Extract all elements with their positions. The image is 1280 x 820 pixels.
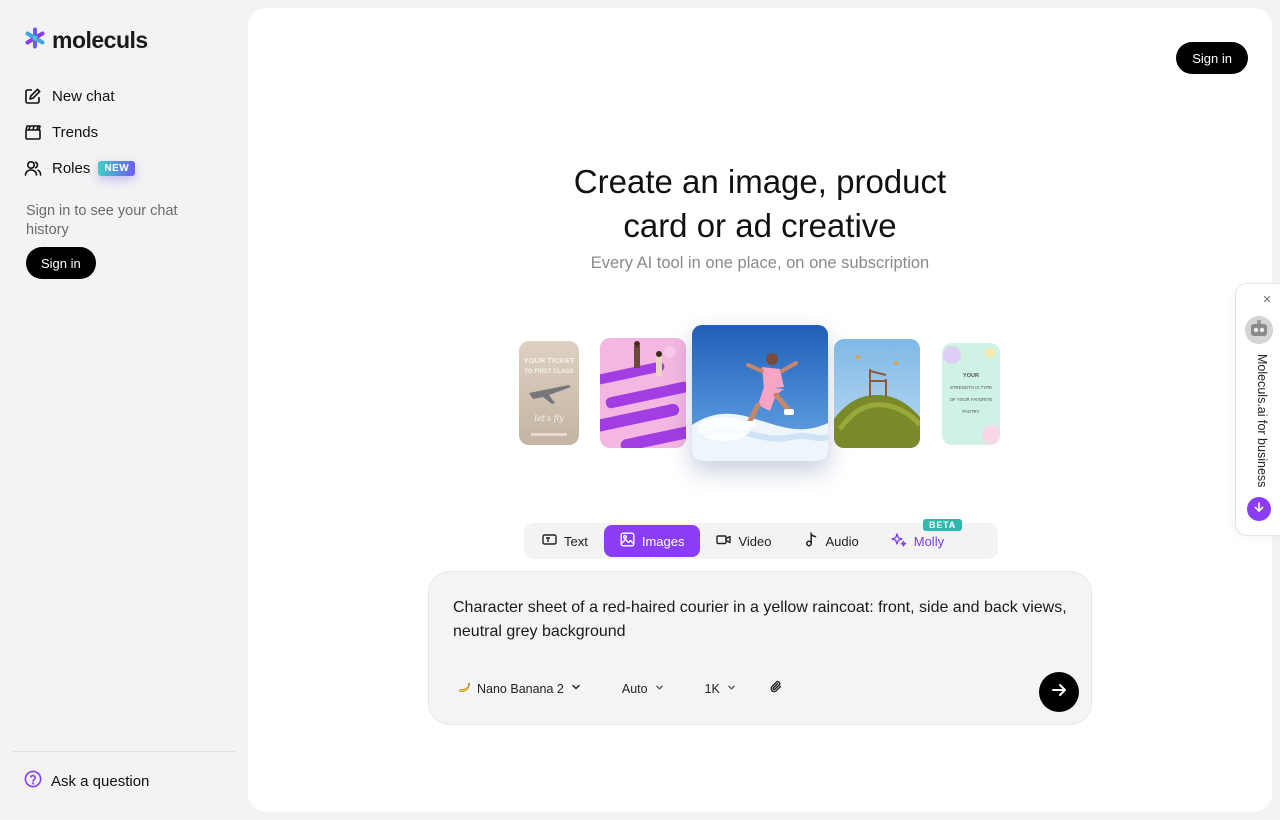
- business-panel[interactable]: Moleculs.ai for business: [1235, 283, 1280, 536]
- sidebar-item-label: Trends: [52, 123, 99, 141]
- clapperboard-icon: [24, 123, 42, 141]
- aspect-value: Auto: [621, 681, 648, 696]
- pastry-text-2: STRENGTH IS TYPE: [950, 385, 992, 390]
- tab-label: Text: [564, 533, 588, 549]
- pastry-text-4: PASTRY: [962, 409, 979, 414]
- brand-name: moleculs: [52, 27, 148, 53]
- sidebar-nav: New chat Trends Roles NEW: [24, 78, 136, 186]
- banana-icon: [457, 680, 471, 697]
- help-circle-icon: [24, 770, 42, 792]
- chevron-down-icon: [654, 682, 665, 696]
- new-badge: NEW: [98, 160, 136, 176]
- sidebar-item-new-chat[interactable]: New chat: [24, 78, 135, 114]
- arrow-down-icon: [1253, 500, 1265, 518]
- tab-audio[interactable]: Audio: [788, 525, 875, 557]
- send-button[interactable]: [1039, 672, 1079, 712]
- ask-question-button[interactable]: Ask a question: [24, 770, 149, 792]
- sidebar-sign-in-button[interactable]: Sign in: [26, 247, 96, 279]
- example-card-pastry-quote[interactable]: YOUR STRENGTH IS TYPE OF YOUR FAVORITE P…: [942, 343, 1000, 445]
- header-sign-in-button[interactable]: Sign in: [1176, 42, 1248, 74]
- attach-button[interactable]: [769, 680, 783, 697]
- hero-title-line-1: Create an image, product: [573, 163, 947, 200]
- sidebar-item-label: Roles: [52, 159, 91, 177]
- ask-question-label: Ask a question: [51, 772, 150, 790]
- tab-label: Images: [641, 533, 685, 549]
- prompt-box: Character sheet of a red-haired courier …: [428, 571, 1092, 725]
- ticket-text-2: TO FIRST CLASS: [524, 369, 573, 375]
- sidebar-divider: [12, 751, 236, 752]
- beta-badge: BETA: [923, 519, 963, 531]
- hero-title: Create an image, product card or ad crea…: [248, 160, 1272, 248]
- tab-molly[interactable]: Molly BETA: [875, 519, 963, 557]
- chevron-down-icon: [570, 681, 582, 696]
- tab-label: Molly: [913, 533, 945, 549]
- resolution-value: 1K: [704, 681, 720, 696]
- pastry-text-1: YOUR: [963, 373, 979, 379]
- close-icon[interactable]: [1260, 292, 1274, 306]
- sidebar-item-label: New chat: [52, 87, 115, 105]
- example-card-hill-chair[interactable]: [834, 339, 920, 448]
- business-label: Moleculs.ai for business: [1255, 354, 1269, 488]
- edit-icon: [24, 87, 42, 105]
- tab-label: Audio: [825, 533, 859, 549]
- resolution-selector[interactable]: 1K: [705, 682, 737, 696]
- tab-video[interactable]: Video: [700, 525, 787, 557]
- sidebar-item-roles[interactable]: Roles NEW: [24, 150, 136, 186]
- prompt-input[interactable]: Character sheet of a red-haired courier …: [453, 596, 1073, 644]
- video-icon: [716, 532, 732, 550]
- tab-images[interactable]: Images: [603, 525, 701, 557]
- hero-subtitle: Every AI tool in one place, on one subsc…: [590, 254, 930, 272]
- chevron-down-icon: [726, 682, 737, 696]
- chat-history-note: Sign in to see your chat history: [26, 203, 178, 238]
- example-card-pink-stairs[interactable]: [600, 338, 686, 448]
- paperclip-icon: [769, 680, 783, 697]
- tab-label: Video: [738, 533, 772, 549]
- sparkles-icon: [891, 532, 907, 551]
- hero-title-line-2: card or ad creative: [623, 207, 897, 244]
- main-panel: Sign in Create an image, product card or…: [248, 8, 1272, 812]
- sidebar: moleculs New chat Trends Roles NEW Sign …: [0, 0, 248, 820]
- image-icon: [620, 532, 635, 550]
- arrow-right-icon: [1050, 681, 1068, 704]
- tab-text[interactable]: Text: [526, 525, 604, 557]
- pastry-text-3: OF YOUR FAVORITE: [950, 397, 993, 402]
- model-selector[interactable]: Nano Banana 2: [457, 680, 582, 697]
- example-card-surfer[interactable]: [692, 325, 828, 461]
- mode-tabs: Text Images Video Audio Molly BETA: [524, 519, 998, 559]
- logo-mark-icon: [24, 27, 46, 54]
- avatar: [1245, 316, 1273, 344]
- sidebar-item-trends[interactable]: Trends: [24, 114, 135, 150]
- text-icon: [542, 532, 557, 550]
- brand-logo[interactable]: moleculs: [24, 27, 148, 54]
- business-expand-button[interactable]: [1247, 497, 1271, 521]
- users-icon: [24, 159, 42, 177]
- example-card-ticket[interactable]: YOUR TICKET TO FIRST CLASS let's fly: [519, 341, 579, 445]
- ticket-text-1: YOUR TICKET: [524, 356, 575, 365]
- music-note-icon: [804, 531, 819, 550]
- ticket-script: let's fly: [534, 414, 564, 423]
- model-name: Nano Banana 2: [477, 681, 564, 696]
- prompt-controls: Nano Banana 2 Auto 1K: [457, 680, 783, 697]
- aspect-selector[interactable]: Auto: [622, 682, 665, 696]
